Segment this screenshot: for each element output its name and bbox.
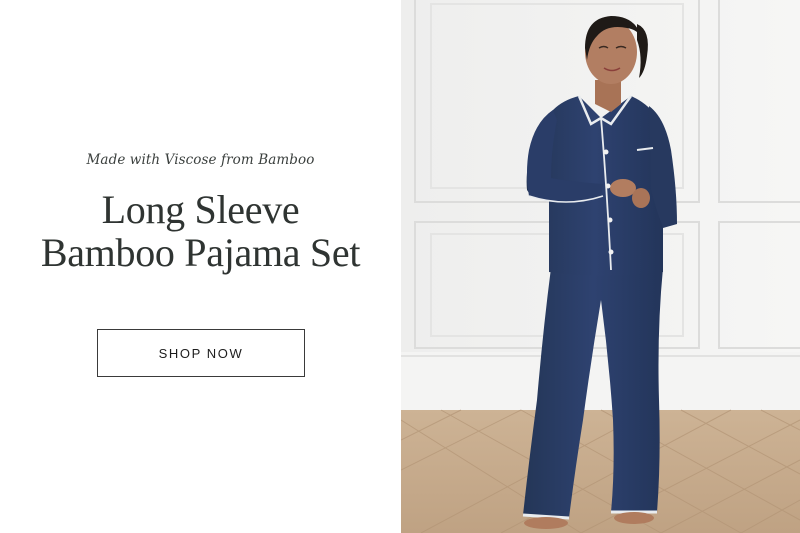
hero-tagline: Made with Viscose from Bamboo xyxy=(86,152,315,168)
model-wearing-pajamas-photo xyxy=(401,0,800,533)
hero-title: Long Sleeve Bamboo Pajama Set xyxy=(0,188,401,274)
hero-title-line-1: Long Sleeve xyxy=(101,187,300,232)
hero-text-panel: Made with Viscose from Bamboo Long Sleev… xyxy=(0,0,401,533)
hero-banner: Made with Viscose from Bamboo Long Sleev… xyxy=(0,0,800,533)
shop-now-button[interactable]: SHOP NOW xyxy=(97,329,305,377)
hero-image xyxy=(401,0,800,533)
hero-title-line-2: Bamboo Pajama Set xyxy=(40,230,361,275)
